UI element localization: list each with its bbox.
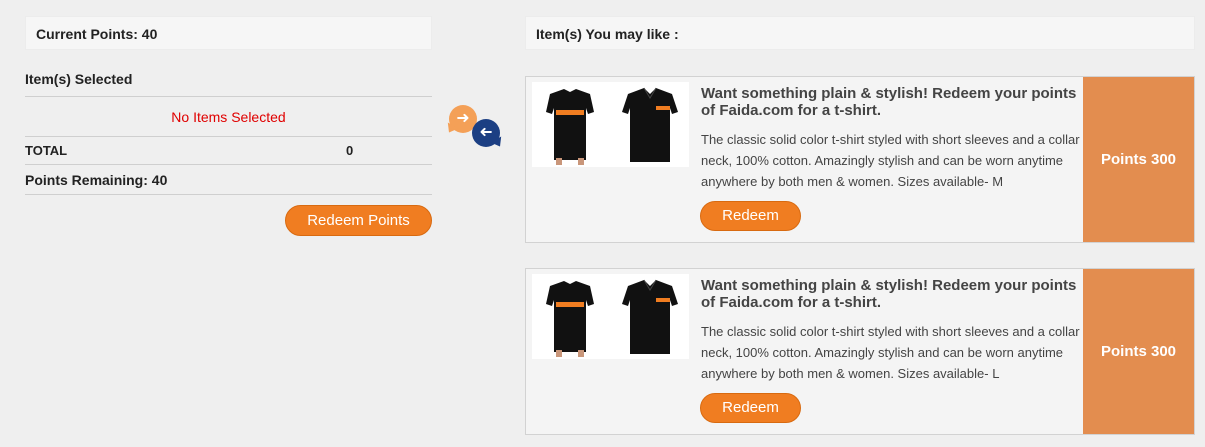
total-value: 0 bbox=[346, 143, 354, 158]
current-points: Current Points: 40 bbox=[25, 16, 432, 50]
product-image bbox=[532, 82, 689, 167]
redeem-points-button[interactable]: Redeem Points bbox=[285, 205, 432, 236]
total-label: TOTAL bbox=[25, 143, 68, 158]
product-description: The classic solid color t-shirt styled w… bbox=[701, 132, 1080, 189]
product-title: Want something plain & stylish! Redeem y… bbox=[701, 85, 1077, 119]
suggestions-panel: Item(s) You may like : Want something pl… bbox=[525, 16, 1195, 435]
product-title: Want something plain & stylish! Redeem y… bbox=[701, 277, 1077, 311]
suggestions-header: Item(s) You may like : bbox=[525, 16, 1195, 50]
no-items-message: No Items Selected bbox=[25, 97, 432, 137]
product-image bbox=[532, 274, 689, 359]
points-cost: Points 300 bbox=[1083, 269, 1194, 434]
product-description: The classic solid color t-shirt styled w… bbox=[701, 324, 1080, 381]
arrow-left-icon[interactable]: ➜ bbox=[472, 119, 500, 147]
product-card: Want something plain & stylish! Redeem y… bbox=[525, 268, 1195, 435]
points-cost: Points 300 bbox=[1083, 77, 1194, 242]
points-remaining: Points Remaining: 40 bbox=[25, 165, 432, 195]
product-card: Want something plain & stylish! Redeem y… bbox=[525, 76, 1195, 243]
total-row: TOTAL 0 bbox=[25, 137, 432, 165]
redeem-button[interactable]: Redeem bbox=[700, 201, 801, 231]
transfer-arrows: ➜ ➜ bbox=[445, 103, 505, 149]
points-summary-panel: Current Points: 40 Item(s) Selected No I… bbox=[25, 16, 432, 236]
product-details: Want something plain & stylish! Redeem y… bbox=[701, 85, 1081, 192]
items-selected-title: Item(s) Selected bbox=[25, 71, 432, 97]
redeem-button[interactable]: Redeem bbox=[700, 393, 801, 423]
product-details: Want something plain & stylish! Redeem y… bbox=[701, 277, 1081, 384]
